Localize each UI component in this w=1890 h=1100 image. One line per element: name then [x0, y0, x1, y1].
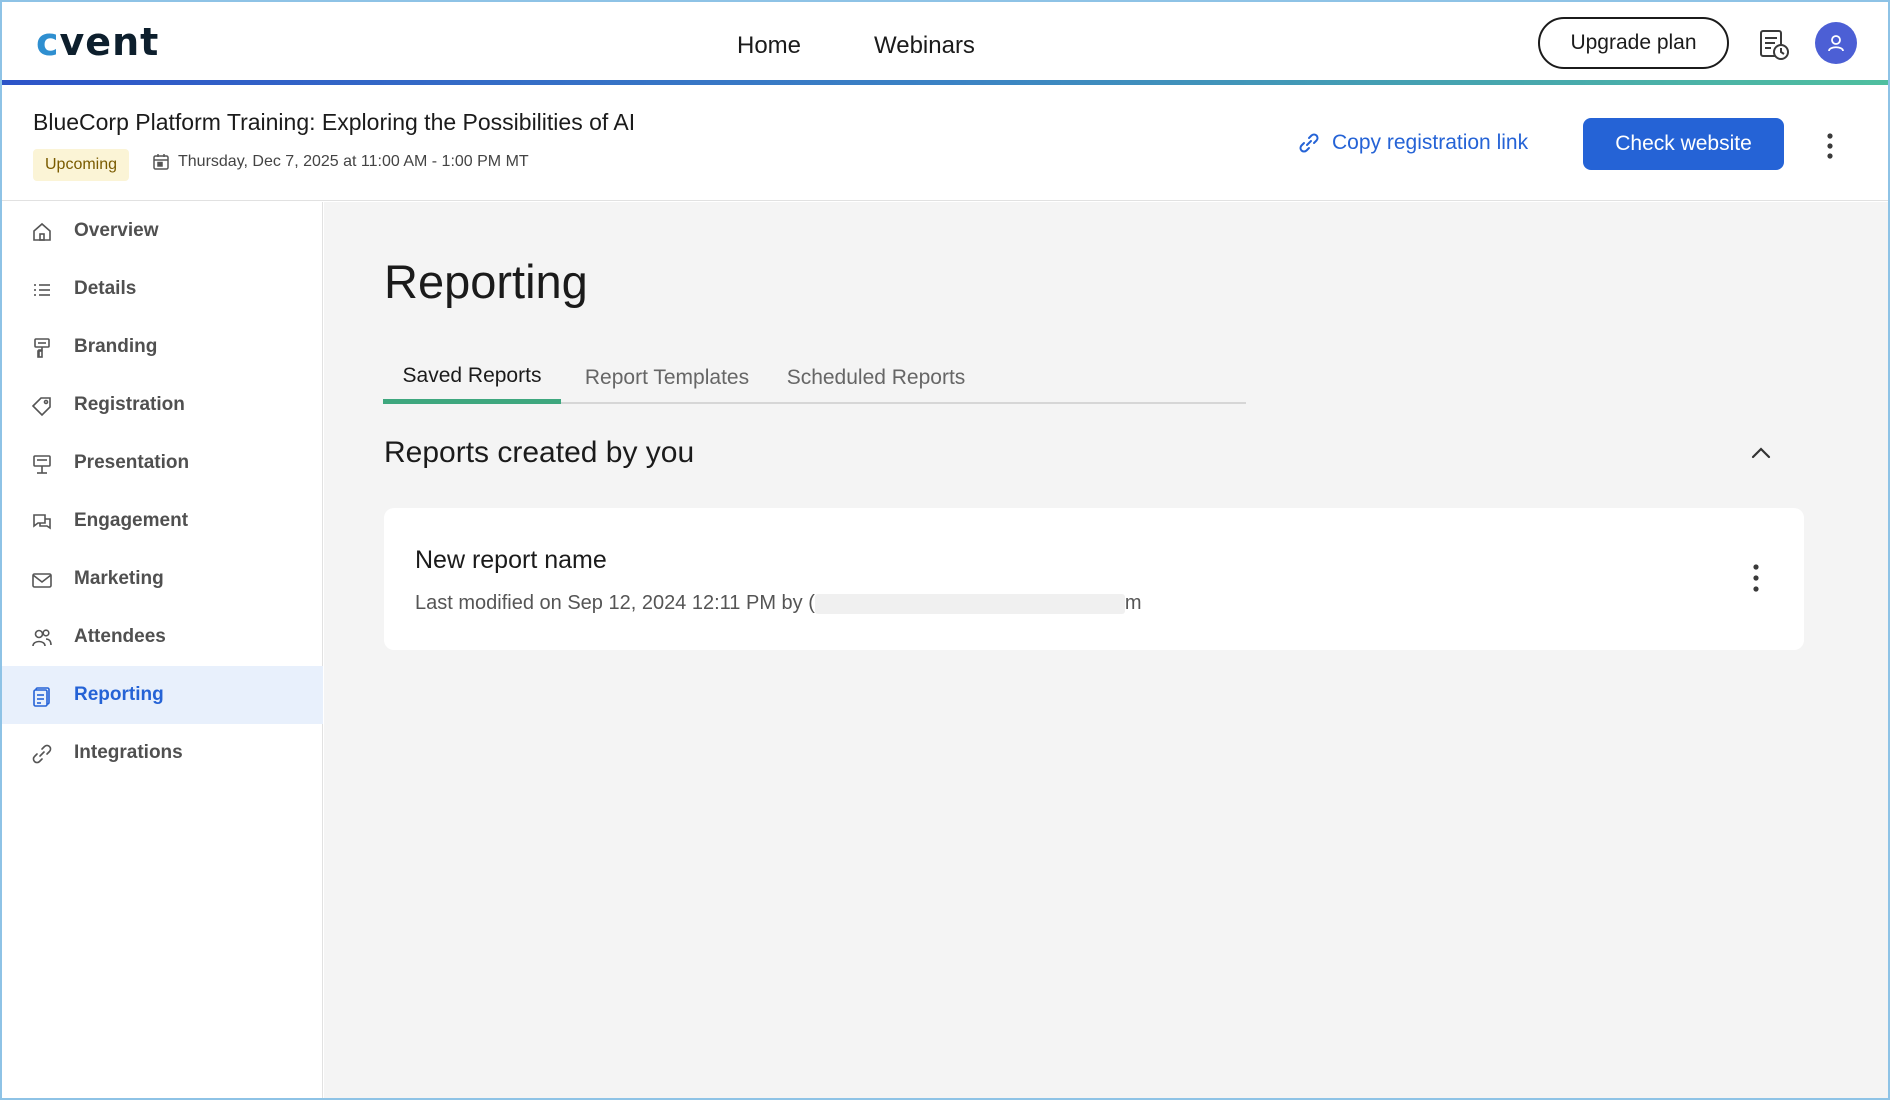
cvent-logo[interactable]: cvent: [36, 20, 159, 64]
section-title: Reports created by you: [384, 436, 695, 469]
sidebar-item-attendees[interactable]: Attendees: [2, 608, 323, 666]
sidebar-item-label: Presentation: [74, 452, 190, 473]
sidebar-item-label: Reporting: [74, 684, 164, 705]
sidebar-item-overview[interactable]: Overview: [2, 202, 323, 260]
presentation-icon: [33, 455, 51, 474]
chevron-up-icon[interactable]: [1746, 438, 1776, 468]
sidebar-item-registration[interactable]: Registration: [2, 376, 323, 434]
event-date: Thursday, Dec 7, 2025 at 11:00 AM - 1:00…: [178, 153, 529, 170]
sidebar-item-label: Engagement: [74, 510, 189, 531]
nav-home[interactable]: Home: [737, 32, 801, 60]
report-icon: [33, 687, 50, 707]
tab-saved-reports[interactable]: Saved Reports: [383, 352, 561, 404]
home-icon: [33, 222, 51, 241]
report-tabs: Saved Reports Report Templates Scheduled…: [383, 352, 1246, 404]
check-website-button[interactable]: Check website: [1583, 118, 1784, 170]
copy-registration-link-label: Copy registration link: [1332, 131, 1529, 154]
report-options-icon[interactable]: [1746, 561, 1766, 595]
sidebar-item-label: Branding: [74, 336, 158, 357]
sidebar-item-label: Attendees: [74, 626, 166, 647]
upgrade-plan-button[interactable]: Upgrade plan: [1538, 17, 1729, 69]
people-icon: [32, 629, 52, 647]
page-title: Reporting: [384, 255, 588, 308]
user-icon: [1828, 35, 1844, 52]
report-meta-suffix: m: [1124, 592, 1142, 614]
sidebar: Overview Details Branding Registration P…: [2, 202, 323, 1098]
paint-roller-icon: [34, 338, 50, 358]
calendar-clock-icon[interactable]: [1757, 28, 1791, 62]
event-date-row: Thursday, Dec 7, 2025 at 11:00 AM - 1:00…: [152, 153, 529, 171]
event-header: BlueCorp Platform Training: Exploring th…: [2, 85, 1888, 201]
sidebar-item-label: Details: [74, 278, 137, 299]
report-meta: Last modified on Sep 12, 2024 12:11 PM b…: [415, 592, 1142, 615]
sidebar-item-label: Overview: [74, 220, 159, 241]
top-navigation: cvent Home Webinars Upgrade plan: [2, 2, 1888, 82]
sidebar-item-marketing[interactable]: Marketing: [2, 550, 323, 608]
copy-registration-link[interactable]: Copy registration link: [1298, 131, 1528, 155]
report-name: New report name: [415, 546, 607, 574]
report-card[interactable]: New report name Last modified on Sep 12,…: [384, 508, 1804, 650]
status-badge: Upcoming: [33, 149, 130, 181]
sidebar-item-reporting[interactable]: Reporting: [2, 666, 323, 724]
sidebar-item-integrations[interactable]: Integrations: [2, 724, 323, 782]
more-options-icon[interactable]: [1820, 131, 1840, 161]
nav-webinars[interactable]: Webinars: [874, 32, 975, 60]
link-icon: [32, 744, 52, 764]
sidebar-item-label: Registration: [74, 394, 185, 415]
event-title: BlueCorp Platform Training: Exploring th…: [33, 109, 636, 135]
report-meta-prefix: Last modified on Sep 12, 2024 12:11 PM b…: [415, 592, 815, 614]
user-avatar[interactable]: [1815, 22, 1857, 64]
sidebar-item-engagement[interactable]: Engagement: [2, 492, 323, 550]
tab-report-templates[interactable]: Report Templates: [571, 352, 763, 404]
calendar-icon: [153, 154, 169, 170]
link-icon: [1299, 133, 1319, 153]
redacted-user-info: [814, 593, 1125, 614]
list-icon: [34, 284, 50, 296]
sidebar-item-details[interactable]: Details: [2, 260, 323, 318]
chat-icon: [33, 514, 51, 530]
sidebar-item-label: Marketing: [74, 568, 164, 589]
tab-scheduled-reports[interactable]: Scheduled Reports: [781, 352, 971, 404]
sidebar-item-branding[interactable]: Branding: [2, 318, 323, 376]
mail-icon: [32, 573, 52, 588]
sidebar-item-label: Integrations: [74, 742, 183, 763]
main-content: Reporting Saved Reports Report Templates…: [324, 202, 1888, 1098]
tag-icon: [31, 397, 51, 417]
sidebar-item-presentation[interactable]: Presentation: [2, 434, 323, 492]
